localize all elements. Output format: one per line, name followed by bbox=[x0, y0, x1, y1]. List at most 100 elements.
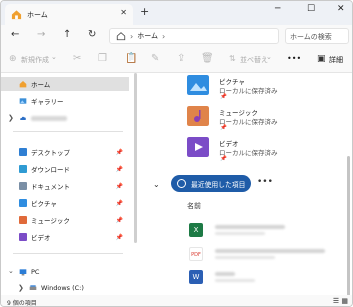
gallery-icon bbox=[19, 98, 27, 104]
content-pane: ピクチャ ローカルに保存済み 📌 ミュージック ローカルに保存済み 📌 ビデオ … bbox=[139, 73, 349, 295]
blurred-account-name bbox=[31, 115, 67, 121]
sort-chevron-icon[interactable]: ⌄ bbox=[266, 53, 272, 61]
excel-file-icon: X bbox=[189, 223, 203, 237]
divider bbox=[13, 131, 123, 132]
collapse-chevron-icon[interactable]: ⌄ bbox=[8, 267, 14, 275]
download-icon bbox=[19, 165, 27, 173]
content-scrollbar[interactable] bbox=[347, 156, 350, 296]
pin-icon: 📌 bbox=[220, 94, 227, 100]
address-row: ← → ↑ ↻ › ホーム › ホームの検索 bbox=[1, 25, 352, 47]
sidebar-scrollbar[interactable] bbox=[134, 73, 137, 243]
column-header-name[interactable]: 名前 bbox=[187, 201, 201, 211]
pin-icon: 📌 bbox=[115, 199, 123, 207]
breadcrumb-home[interactable]: ホーム bbox=[137, 31, 158, 41]
title-bar: ホーム ✕ + ─ ☐ ✕ bbox=[1, 1, 352, 25]
details-pane-icon: ▣ bbox=[317, 54, 326, 64]
library-status: ローカルに保存済み bbox=[219, 87, 278, 95]
close-window-button[interactable]: ✕ bbox=[337, 4, 345, 14]
sidebar-item-music[interactable]: ミュージック 📌 bbox=[1, 213, 129, 227]
refresh-button[interactable]: ↻ bbox=[88, 29, 96, 40]
sidebar-item-label: Windows (C:) bbox=[41, 284, 84, 292]
back-button[interactable]: ← bbox=[11, 29, 19, 40]
sidebar-item-videos[interactable]: ビデオ 📌 bbox=[1, 230, 129, 244]
sidebar-item-label: ピクチャ bbox=[31, 200, 57, 208]
library-status: ローカルに保存済み bbox=[219, 149, 278, 157]
sidebar-item-desktop[interactable]: デスクトップ 📌 bbox=[1, 145, 129, 159]
divider bbox=[13, 253, 123, 254]
tab-home[interactable]: ホーム ✕ bbox=[5, 4, 133, 25]
library-status: ローカルに保存済み bbox=[219, 118, 278, 126]
copy-icon[interactable]: ❐ bbox=[98, 53, 107, 64]
drive-icon bbox=[29, 285, 37, 290]
pin-icon: 📌 bbox=[115, 148, 123, 156]
delete-icon[interactable]: 🗑 bbox=[201, 53, 214, 64]
new-chevron-icon[interactable]: ⌄ bbox=[51, 53, 57, 61]
cut-icon[interactable]: ✂ bbox=[73, 53, 81, 64]
sidebar-item-pc[interactable]: ⌄ PC bbox=[1, 265, 129, 279]
pin-icon: 📌 bbox=[115, 233, 123, 241]
sidebar-item-label: ミュージック bbox=[31, 217, 70, 225]
sidebar-item-gallery[interactable]: ギャラリー bbox=[1, 94, 129, 108]
recent-collapse-chevron-icon[interactable]: ⌄ bbox=[153, 180, 160, 189]
sidebar-item-drive-c[interactable]: ❯ Windows (C:) bbox=[1, 281, 129, 295]
sort-button[interactable]: 並べ替え bbox=[240, 55, 268, 65]
home-icon bbox=[11, 10, 22, 20]
paste-icon[interactable]: 📋 bbox=[125, 53, 137, 64]
library-music[interactable]: ミュージック ローカルに保存済み 📌 bbox=[187, 106, 327, 136]
recent-items-button[interactable]: 最近使用した項目 bbox=[171, 175, 251, 192]
address-bar[interactable]: › ホーム › bbox=[109, 28, 279, 44]
view-toggle-icons[interactable]: ☰ ▦ bbox=[333, 297, 348, 305]
item-count: 9 個の項目 bbox=[7, 300, 37, 307]
sort-icon: ⇅ bbox=[229, 54, 236, 63]
pictures-icon bbox=[19, 199, 27, 207]
sidebar-item-label: ダウンロード bbox=[31, 166, 70, 174]
navigation-pane: ホーム ギャラリー ❯ デスクトップ 📌 ダウンロード 📌 ドキュメント 📌 ピ… bbox=[1, 73, 134, 295]
details-button[interactable]: 詳細 bbox=[329, 55, 343, 65]
up-button[interactable]: ↑ bbox=[63, 29, 71, 40]
sidebar-item-label: ビデオ bbox=[31, 234, 51, 242]
pin-icon: 📌 bbox=[115, 216, 123, 224]
search-input[interactable]: ホームの検索 bbox=[285, 28, 349, 44]
music-folder-icon bbox=[187, 106, 209, 126]
rename-icon[interactable]: ✎ bbox=[151, 53, 159, 64]
breadcrumb-separator: › bbox=[130, 31, 134, 41]
breadcrumb-separator[interactable]: › bbox=[162, 32, 165, 41]
desktop-icon bbox=[19, 148, 27, 156]
library-pictures[interactable]: ピクチャ ローカルに保存済み 📌 bbox=[187, 75, 327, 105]
pin-icon: 📌 bbox=[220, 156, 227, 162]
sidebar-item-home[interactable]: ホーム bbox=[1, 77, 129, 91]
blurred-file-name bbox=[215, 272, 235, 276]
pictures-folder-icon bbox=[187, 75, 209, 95]
tab-close-icon[interactable]: ✕ bbox=[120, 8, 127, 17]
home-outline-icon bbox=[116, 32, 126, 41]
maximize-button[interactable]: ☐ bbox=[307, 4, 315, 14]
new-icon: ⊕ bbox=[9, 54, 17, 64]
minimize-button[interactable]: ─ bbox=[275, 4, 280, 14]
sidebar-item-downloads[interactable]: ダウンロード 📌 bbox=[1, 162, 129, 176]
expand-chevron-icon[interactable]: ❯ bbox=[8, 114, 14, 122]
pdf-file-icon: PDF bbox=[189, 247, 203, 261]
new-button[interactable]: 新規作成 bbox=[21, 55, 49, 65]
file-explorer-window: ホーム ✕ + ─ ☐ ✕ ← → ↑ ↻ › ホーム › ホームの検索 ⊕ 新… bbox=[0, 0, 353, 307]
share-icon[interactable]: ⇪ bbox=[177, 53, 185, 64]
expand-chevron-icon[interactable]: ❯ bbox=[18, 284, 24, 292]
sidebar-item-pictures[interactable]: ピクチャ 📌 bbox=[1, 196, 129, 210]
forward-button[interactable]: → bbox=[37, 29, 45, 40]
sidebar-item-label: ギャラリー bbox=[31, 98, 64, 106]
recent-file-row[interactable]: PDF bbox=[189, 245, 339, 263]
music-icon bbox=[19, 216, 27, 224]
recent-file-row[interactable]: X bbox=[189, 221, 339, 239]
sidebar-item-label: ドキュメント bbox=[31, 183, 70, 191]
recent-file-row[interactable]: W bbox=[189, 268, 339, 286]
videos-icon bbox=[19, 233, 27, 241]
sidebar-item-label: PC bbox=[31, 268, 40, 276]
sidebar-item-onedrive[interactable]: ❯ bbox=[1, 111, 129, 125]
command-bar: ⊕ 新規作成 ⌄ ✂ ❐ 📋 ✎ ⇪ 🗑 ⇅ 並べ替え ⌄ ••• ▣ 詳細 bbox=[1, 47, 352, 73]
videos-folder-icon bbox=[187, 137, 209, 157]
new-tab-button[interactable]: + bbox=[140, 5, 149, 18]
cloud-icon bbox=[20, 116, 26, 120]
sidebar-item-documents[interactable]: ドキュメント 📌 bbox=[1, 179, 129, 193]
library-videos[interactable]: ビデオ ローカルに保存済み 📌 bbox=[187, 137, 327, 167]
recent-more-button[interactable]: ••• bbox=[257, 177, 273, 187]
more-options-button[interactable]: ••• bbox=[287, 54, 301, 63]
